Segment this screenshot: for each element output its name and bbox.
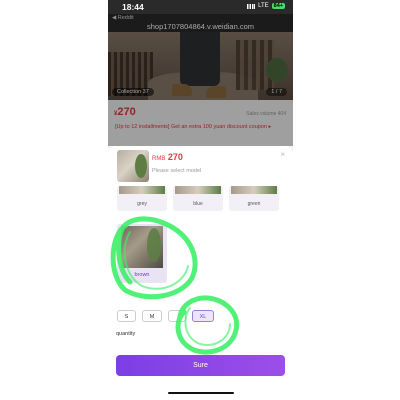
status-right: LTE 84+ [247, 3, 285, 9]
thumbnail-plant [135, 154, 147, 178]
network-label: LTE [258, 3, 269, 9]
signal-icon [247, 3, 256, 9]
select-model-prompt: Please select model [152, 168, 202, 174]
phone-screen: 18:44 LTE 84+ ◀ Reddit shop1707804864.v.… [108, 0, 293, 400]
color-option-grey[interactable]: grey [117, 186, 167, 211]
color-option-label: grey [137, 201, 147, 207]
status-time: 18:44 [122, 2, 144, 12]
color-option-green[interactable]: green [229, 186, 279, 211]
sku-selector-sheet: RMB 270 Please select model × grey blue … [108, 146, 293, 400]
size-option-s[interactable]: S [117, 310, 136, 322]
color-option-image [121, 226, 163, 268]
size-option-m[interactable]: M [142, 310, 162, 322]
color-option-blue[interactable]: blue [173, 186, 223, 211]
sheet-currency: RMB [152, 156, 166, 162]
selected-variant-thumbnail [117, 150, 149, 182]
quantity-label: quantity [116, 331, 136, 337]
size-option-xl[interactable]: XL [192, 310, 214, 322]
option-plant [147, 228, 161, 262]
color-option-label: green [247, 201, 261, 207]
color-option-brown[interactable]: brown [117, 224, 167, 283]
battery-icon: 84+ [271, 3, 285, 9]
close-icon[interactable]: × [280, 150, 285, 159]
color-option-label: brown [134, 272, 150, 278]
color-option-label: blue [193, 201, 203, 207]
status-bar: 18:44 LTE 84+ [108, 0, 293, 14]
sheet-price-value: 270 [167, 152, 183, 162]
sure-button[interactable]: Sure [116, 355, 285, 376]
size-option-l[interactable]: L [168, 310, 186, 322]
color-option-image [119, 186, 165, 194]
modal-overlay[interactable] [108, 14, 293, 146]
color-option-image [231, 186, 277, 194]
color-option-image [175, 186, 221, 194]
sheet-price: RMB 270 [152, 152, 183, 162]
home-indicator [168, 392, 234, 394]
